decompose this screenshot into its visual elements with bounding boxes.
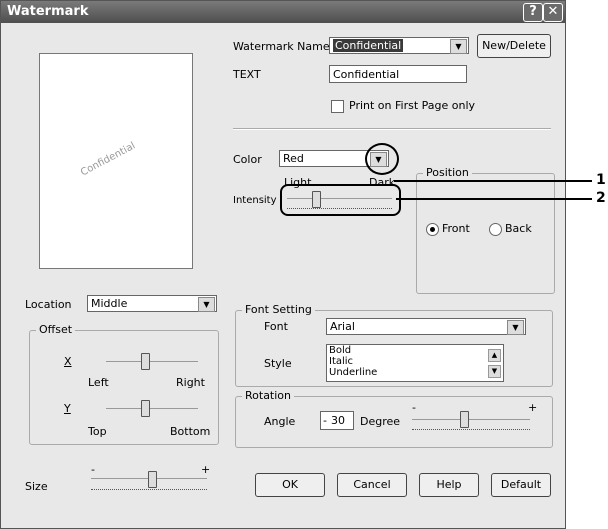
- window-title: Watermark: [7, 4, 89, 19]
- scroll-down-icon[interactable]: ▼: [488, 365, 501, 378]
- rotation-slider-thumb[interactable]: [460, 411, 469, 428]
- list-item[interactable]: Underline: [327, 367, 503, 378]
- angle-minus: -: [323, 414, 327, 427]
- color-label: Color: [233, 153, 262, 166]
- watermark-name-dropdown[interactable]: Confidential ▼: [329, 37, 469, 54]
- left-label: Left: [88, 376, 109, 389]
- font-dropdown[interactable]: Arial ▼: [326, 318, 526, 335]
- list-item[interactable]: Bold: [327, 345, 503, 356]
- size-slider-thumb[interactable]: [148, 471, 157, 488]
- x-slider-thumb[interactable]: [141, 353, 150, 370]
- preview-watermark-text: Confidential: [78, 140, 138, 179]
- y-label: Y: [64, 402, 71, 415]
- top-label: Top: [88, 425, 107, 438]
- cancel-button[interactable]: Cancel: [337, 473, 407, 497]
- angle-value: 30: [331, 414, 345, 427]
- default-button[interactable]: Default: [491, 473, 551, 497]
- font-label: Font: [264, 320, 288, 333]
- page-preview: Confidential: [39, 53, 193, 269]
- location-label: Location: [25, 298, 72, 311]
- angle-label: Angle: [264, 415, 296, 428]
- callout-leader-1: [394, 180, 592, 182]
- font-value: Arial: [330, 320, 355, 333]
- offset-group: Offset X Left Right Y Top Bottom: [29, 323, 219, 445]
- ok-button[interactable]: OK: [255, 473, 325, 497]
- print-first-page-checkbox[interactable]: [331, 100, 344, 113]
- size-plus-label: +: [201, 463, 211, 476]
- chevron-down-icon[interactable]: ▼: [450, 39, 467, 54]
- scroll-up-icon[interactable]: ▲: [488, 349, 501, 362]
- style-label: Style: [264, 357, 292, 370]
- back-label: Back: [505, 222, 532, 235]
- rotation-plus-label: +: [528, 401, 538, 414]
- watermark-name-value: Confidential: [333, 39, 404, 52]
- position-group: Position Front Back: [416, 166, 555, 294]
- front-label: Front: [442, 222, 470, 235]
- font-setting-group: Font Setting Font Arial ▼ Style Bold Ita…: [235, 303, 553, 387]
- callout-leader-2: [396, 198, 592, 200]
- bottom-label: Bottom: [170, 425, 211, 438]
- font-setting-title: Font Setting: [242, 303, 315, 316]
- help-button[interactable]: Help: [419, 473, 479, 497]
- rotation-title: Rotation: [242, 389, 295, 402]
- angle-input[interactable]: - 30: [320, 411, 354, 430]
- text-input[interactable]: Confidential: [329, 65, 467, 83]
- list-item[interactable]: Italic: [327, 356, 503, 367]
- callout-number-2: 2: [596, 190, 606, 206]
- intensity-label: Intensity: [233, 195, 277, 206]
- x-label: X: [64, 355, 72, 368]
- callout-box-2: [280, 184, 401, 216]
- text-label: TEXT: [233, 68, 261, 81]
- callout-number-1: 1: [596, 172, 606, 188]
- y-track: [106, 408, 198, 409]
- watermark-dialog: Watermark ? ✕ Confidential Watermark Nam…: [0, 0, 566, 529]
- text-input-value: Confidential: [333, 68, 400, 81]
- location-value: Middle: [91, 297, 128, 310]
- y-slider-thumb[interactable]: [141, 400, 150, 417]
- position-title: Position: [423, 166, 472, 179]
- back-radio[interactable]: [489, 223, 502, 236]
- chevron-down-icon[interactable]: ▼: [198, 297, 215, 312]
- right-label: Right: [176, 376, 205, 389]
- print-first-page-label: Print on First Page only: [349, 99, 476, 112]
- separator: [233, 128, 551, 130]
- close-icon[interactable]: ✕: [543, 3, 563, 22]
- callout-circle-1: [365, 143, 399, 175]
- degree-label: Degree: [360, 415, 401, 428]
- location-dropdown[interactable]: Middle ▼: [87, 295, 217, 312]
- offset-title: Offset: [36, 323, 76, 336]
- front-radio[interactable]: [426, 223, 439, 236]
- new-delete-button[interactable]: New/Delete: [477, 34, 551, 58]
- style-list[interactable]: Bold Italic Underline ▲ ▼: [326, 344, 504, 382]
- rotation-group: Rotation Angle - 30 Degree - +: [235, 389, 553, 448]
- size-label: Size: [25, 480, 48, 493]
- title-bar: Watermark ? ✕: [1, 1, 565, 23]
- size-minus-label: -: [91, 463, 95, 476]
- rotation-track: [412, 419, 530, 420]
- x-track: [106, 361, 198, 362]
- help-icon[interactable]: ?: [523, 3, 543, 22]
- watermark-name-label: Watermark Name: [233, 40, 330, 53]
- rotation-minus-label: -: [412, 401, 416, 414]
- color-value: Red: [283, 152, 304, 165]
- rotation-ticks: [412, 427, 530, 430]
- chevron-down-icon[interactable]: ▼: [507, 320, 524, 335]
